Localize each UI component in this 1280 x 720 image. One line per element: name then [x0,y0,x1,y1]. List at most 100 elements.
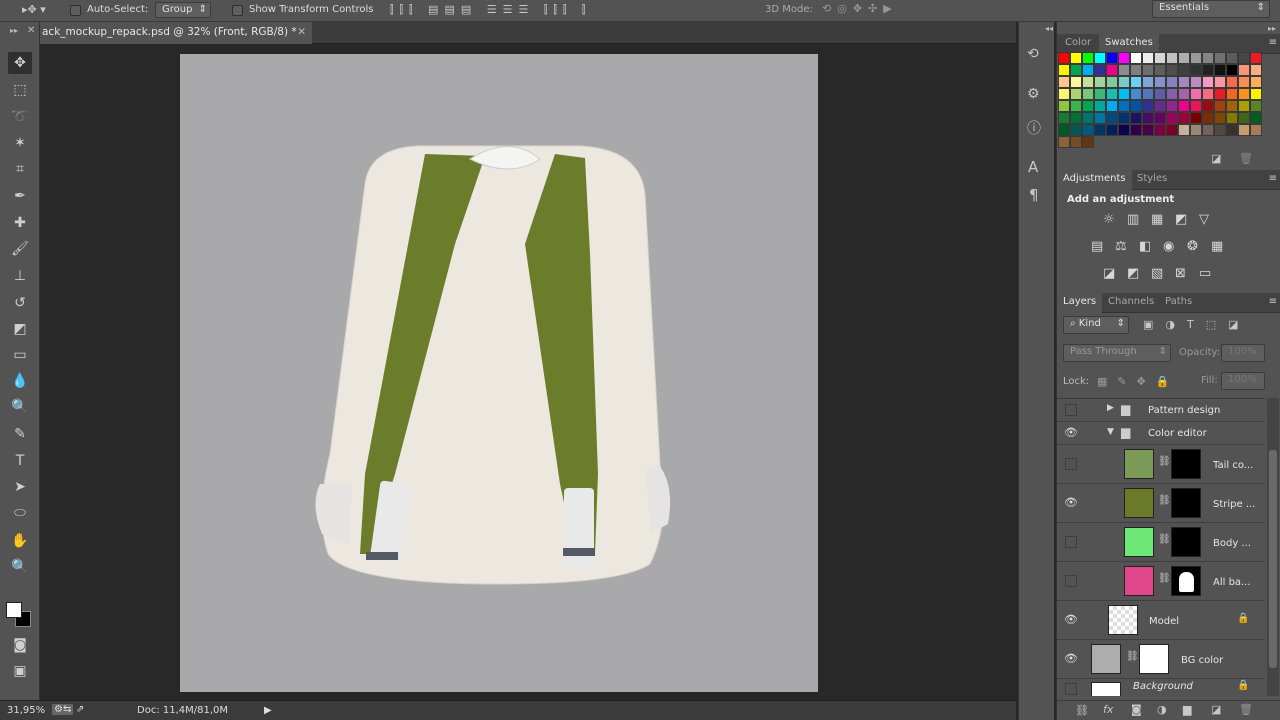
swatch[interactable] [1166,88,1178,100]
swatch[interactable] [1154,64,1166,76]
opacity-input[interactable]: 100% [1221,344,1265,362]
document-tab[interactable]: ack_mockup_repack.psd @ 32% (Front, RGB/… [40,22,312,44]
layer-bg-color[interactable]: 👁 ⛓ BG color [1057,640,1265,679]
swatch[interactable] [1070,100,1082,112]
posterize-icon[interactable]: ◩ [1127,266,1139,281]
tab-color[interactable]: Color [1065,37,1091,48]
hand-tool-icon[interactable]: ✋ [8,530,32,552]
swatch[interactable] [1226,64,1238,76]
swatch[interactable] [1226,100,1238,112]
curves-icon[interactable]: ▦ [1151,212,1163,227]
swatch[interactable] [1226,76,1238,88]
swatch[interactable] [1238,124,1250,136]
color-balance-icon[interactable]: ◧ [1139,239,1151,254]
swatch[interactable] [1178,124,1190,136]
swatch[interactable] [1190,64,1202,76]
crop-tool-icon[interactable]: ⌗ [8,158,32,180]
black-white-icon[interactable]: ◉ [1163,239,1174,254]
link-icon[interactable]: ⛓ [1158,495,1171,506]
swatch[interactable] [1142,100,1154,112]
tab-paths[interactable]: Paths [1165,296,1192,307]
swatch[interactable] [1106,124,1118,136]
close-document-icon[interactable]: ✕ [297,26,306,38]
eye-icon[interactable]: 👁 [1064,613,1078,627]
swatch[interactable] [1106,100,1118,112]
swatch[interactable] [1058,100,1070,112]
swatch[interactable] [1094,64,1106,76]
swatch[interactable] [1202,76,1214,88]
swatch[interactable] [1094,76,1106,88]
swatch[interactable] [1118,76,1130,88]
collapse-dock-icon[interactable]: ◂◂ [1045,24,1053,33]
swatch[interactable] [1202,112,1214,124]
swatch[interactable] [1058,76,1070,88]
swatch[interactable] [1106,64,1118,76]
expand-group-icon[interactable]: ▶ [1107,403,1114,413]
tab-layers[interactable]: Layers [1057,293,1103,313]
swatch[interactable] [1166,100,1178,112]
swatch[interactable] [1178,64,1190,76]
swatch[interactable] [1094,112,1106,124]
visibility-toggle[interactable] [1065,575,1077,587]
layer-filter-kind-select[interactable]: ⌕ Kind ⇕ [1063,316,1129,334]
swatch[interactable] [1190,112,1202,124]
expand-panels-icon[interactable]: ▸▸ [1268,24,1276,33]
ellipse-tool-icon[interactable]: ⬭ [8,502,32,524]
gradient-tool-icon[interactable]: ▭ [8,344,32,366]
swatch[interactable] [1238,76,1250,88]
swatch[interactable] [1250,112,1262,124]
swatch[interactable] [1202,52,1214,64]
swatch[interactable] [1166,64,1178,76]
swatch[interactable] [1118,52,1130,64]
collapse-tools-icon[interactable]: ▸▸ [10,26,18,35]
swatch[interactable] [1214,124,1226,136]
swatch[interactable] [1190,88,1202,100]
swatch[interactable] [1166,52,1178,64]
swatch[interactable] [1226,88,1238,100]
swatch[interactable] [1250,100,1262,112]
brush-tool-icon[interactable]: 🖌 [8,238,32,260]
swatch[interactable] [1130,64,1142,76]
swatch[interactable] [1238,64,1250,76]
info-panel-icon[interactable]: ⓘ [1027,118,1041,138]
swatch[interactable] [1118,124,1130,136]
swatch[interactable] [1094,100,1106,112]
swatch[interactable] [1058,88,1070,100]
layer-mask-thumbnail[interactable] [1171,449,1201,479]
levels-icon[interactable]: ▥ [1127,212,1139,227]
swatch[interactable] [1154,112,1166,124]
swatch[interactable] [1082,124,1094,136]
add-mask-icon[interactable]: ◙ [1131,703,1142,716]
swatch[interactable] [1142,88,1154,100]
swatch[interactable] [1226,124,1238,136]
swatch[interactable] [1250,124,1262,136]
eye-icon[interactable]: 👁 [1064,426,1078,440]
lock-icons[interactable]: ▦✎✥🔒 [1097,375,1180,388]
swatch[interactable] [1154,52,1166,64]
visibility-toggle[interactable] [1065,404,1077,416]
quick-mask-icon[interactable]: ◙ [8,634,32,656]
layer-style-icon[interactable]: fx [1103,703,1113,716]
clone-stamp-tool-icon[interactable]: ⊥ [8,265,32,287]
swatch[interactable] [1142,124,1154,136]
swatch[interactable] [1118,88,1130,100]
panel-menu-icon[interactable]: ≡ [1269,37,1277,48]
delete-layer-icon[interactable]: 🗑 [1239,703,1253,716]
swatch[interactable] [1118,100,1130,112]
swatch[interactable] [1106,52,1118,64]
swatch[interactable] [1202,88,1214,100]
eye-icon[interactable]: 👁 [1064,496,1078,510]
swatch[interactable] [1190,124,1202,136]
new-group-icon[interactable]: ▆ [1183,703,1191,716]
auto-select-checkbox[interactable] [70,5,81,16]
layer-mask-thumbnail[interactable] [1139,644,1169,674]
auto-select-target-select[interactable]: Group ⇕ [155,2,211,18]
swatch[interactable] [1130,76,1142,88]
swatch[interactable] [1250,64,1262,76]
swatch[interactable] [1082,76,1094,88]
swatch[interactable] [1214,88,1226,100]
3d-mode-icons[interactable]: ⟲◎✥✣▶ [822,2,898,15]
swatch[interactable] [1118,112,1130,124]
selective-color-icon[interactable]: ⊠ [1175,266,1186,281]
visibility-toggle[interactable] [1065,683,1077,695]
